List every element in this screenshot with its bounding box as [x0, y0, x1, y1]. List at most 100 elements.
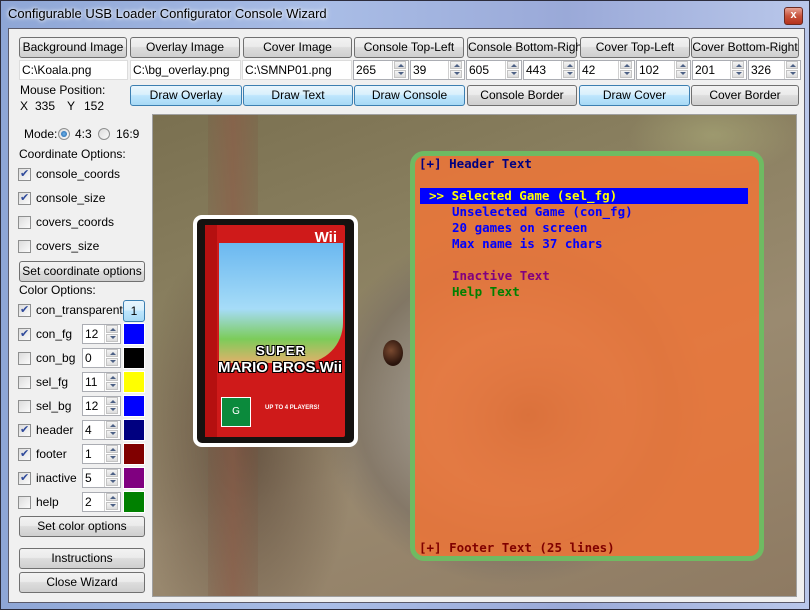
color-options-heading: Color Options: — [19, 283, 96, 297]
title-bar[interactable]: Configurable USB Loader Configurator Con… — [1, 1, 809, 27]
overlay-image-button[interactable]: Overlay Image — [130, 37, 240, 58]
set-coordinate-options-button[interactable]: Set coordinate options — [19, 261, 145, 282]
sel-bg-checkbox[interactable] — [18, 400, 31, 413]
preview-canvas[interactable]: Wii SUPER MARIO BROS.Wii G UP TO 4 PLAYE… — [152, 114, 797, 597]
spin-down-icon[interactable] — [394, 70, 406, 78]
console-bottom-right-y-stepper[interactable]: 443 — [523, 60, 578, 80]
sel-fg-color-swatch[interactable] — [123, 371, 145, 393]
spin-up-icon[interactable] — [106, 421, 118, 429]
sel-bg-color-swatch[interactable] — [123, 395, 145, 417]
footer-color-swatch[interactable] — [123, 443, 145, 465]
inactive-checkbox[interactable] — [18, 471, 31, 485]
spin-up-icon[interactable] — [106, 493, 118, 501]
sel-fg-checkbox[interactable] — [18, 376, 31, 389]
covers-size-checkbox[interactable] — [18, 240, 31, 253]
spin-up-icon[interactable] — [106, 445, 118, 453]
spin-up-icon[interactable] — [106, 397, 118, 405]
help-color-swatch[interactable] — [123, 491, 145, 513]
con-fg-color-swatch[interactable] — [123, 323, 145, 345]
console-top-left-y-stepper[interactable]: 39 — [410, 60, 465, 80]
spin-down-icon[interactable] — [106, 454, 118, 462]
close-wizard-button[interactable]: Close Wizard — [19, 572, 145, 593]
spin-up-icon[interactable] — [106, 349, 118, 357]
cover-top-left-button[interactable]: Cover Top-Left — [580, 37, 690, 58]
console-bottom-right-x-stepper[interactable]: 605 — [466, 60, 522, 80]
spin-up-icon[interactable] — [507, 61, 519, 69]
spin-down-icon[interactable] — [106, 334, 118, 342]
spin-up-icon[interactable] — [450, 61, 462, 69]
cover-bottom-right-x-value: 201 — [695, 63, 716, 77]
spin-up-icon[interactable] — [786, 61, 798, 69]
spin-up-icon[interactable] — [620, 61, 632, 69]
draw-cover-button[interactable]: Draw Cover — [579, 85, 690, 106]
set-color-options-button[interactable]: Set color options — [19, 516, 145, 537]
cover-border-button[interactable]: Cover Border — [691, 85, 799, 106]
help-checkbox[interactable] — [18, 496, 31, 509]
spin-down-icon[interactable] — [786, 70, 798, 78]
console-top-left-button[interactable]: Console Top-Left — [354, 37, 464, 58]
inactive-stepper[interactable]: 5 — [82, 468, 121, 488]
cover-top-left-y-stepper[interactable]: 102 — [636, 60, 691, 80]
covers-coords-checkbox[interactable] — [18, 216, 31, 229]
spin-up-icon[interactable] — [732, 61, 744, 69]
overlay-image-field[interactable]: C:\bg_overlay.png — [130, 60, 241, 80]
footer-stepper[interactable]: 1 — [82, 444, 121, 464]
cover-image-field[interactable]: C:\SMNP01.png — [242, 60, 352, 80]
console-border-button[interactable]: Console Border — [467, 85, 577, 106]
sel-bg-stepper[interactable]: 12 — [82, 396, 121, 416]
spin-down-icon[interactable] — [620, 70, 632, 78]
mode-16-9-radio[interactable] — [98, 128, 110, 140]
con-bg-checkbox[interactable] — [18, 352, 31, 365]
spin-down-icon[interactable] — [676, 70, 688, 78]
inactive-color-swatch[interactable] — [123, 467, 145, 489]
cover-image-button[interactable]: Cover Image — [243, 37, 352, 58]
close-icon: x — [790, 9, 797, 21]
con-transparent-value-button[interactable]: 1 — [123, 300, 145, 322]
spin-down-icon[interactable] — [106, 406, 118, 414]
header-checkbox[interactable] — [18, 423, 31, 437]
console-top-left-x-stepper[interactable]: 265 — [353, 60, 409, 80]
cover-bottom-right-y-stepper[interactable]: 326 — [748, 60, 801, 80]
draw-overlay-button[interactable]: Draw Overlay — [130, 85, 242, 106]
instructions-button[interactable]: Instructions — [19, 548, 145, 569]
spin-up-icon[interactable] — [394, 61, 406, 69]
cover-top-left-x-value: 42 — [582, 63, 596, 77]
background-image-button[interactable]: Background Image — [19, 37, 127, 58]
cover-top-left-x-stepper[interactable]: 42 — [579, 60, 635, 80]
sel-fg-stepper[interactable]: 11 — [82, 372, 121, 392]
spin-up-icon[interactable] — [106, 469, 118, 477]
spin-down-icon[interactable] — [106, 430, 118, 438]
spin-down-icon[interactable] — [563, 70, 575, 78]
spin-up-icon[interactable] — [106, 325, 118, 333]
con-transparent-checkbox[interactable] — [18, 303, 31, 317]
spin-down-icon[interactable] — [732, 70, 744, 78]
mode-4-3-radio[interactable] — [58, 128, 70, 140]
draw-console-button[interactable]: Draw Console — [354, 85, 465, 106]
cover-bottom-right-x-stepper[interactable]: 201 — [692, 60, 747, 80]
help-stepper[interactable]: 2 — [82, 492, 121, 512]
con-bg-color-swatch[interactable] — [123, 347, 145, 369]
spin-up-icon[interactable] — [106, 373, 118, 381]
close-window-button[interactable]: x — [784, 7, 803, 25]
con-fg-stepper[interactable]: 12 — [82, 324, 121, 344]
con-bg-stepper[interactable]: 0 — [82, 348, 121, 368]
spin-up-icon[interactable] — [563, 61, 575, 69]
cover-bottom-right-button[interactable]: Cover Bottom-Right — [691, 37, 799, 58]
con-fg-checkbox[interactable] — [18, 327, 31, 341]
header-stepper[interactable]: 4 — [82, 420, 121, 440]
spin-down-icon[interactable] — [106, 358, 118, 366]
spin-down-icon[interactable] — [106, 382, 118, 390]
footer-checkbox[interactable] — [18, 447, 31, 461]
header-color-swatch[interactable] — [123, 419, 145, 441]
console-coords-checkbox[interactable] — [18, 167, 31, 181]
spin-down-icon[interactable] — [106, 478, 118, 486]
spin-up-icon[interactable] — [676, 61, 688, 69]
draw-text-button[interactable]: Draw Text — [243, 85, 353, 106]
background-image-field[interactable]: C:\Koala.png — [19, 60, 128, 80]
spin-down-icon[interactable] — [106, 502, 118, 510]
spin-down-icon[interactable] — [507, 70, 519, 78]
spin-down-icon[interactable] — [450, 70, 462, 78]
game-cover: Wii SUPER MARIO BROS.Wii G UP TO 4 PLAYE… — [193, 215, 358, 447]
console-bottom-right-button[interactable]: Console Bottom-Right — [467, 37, 585, 58]
console-size-checkbox[interactable] — [18, 191, 31, 205]
